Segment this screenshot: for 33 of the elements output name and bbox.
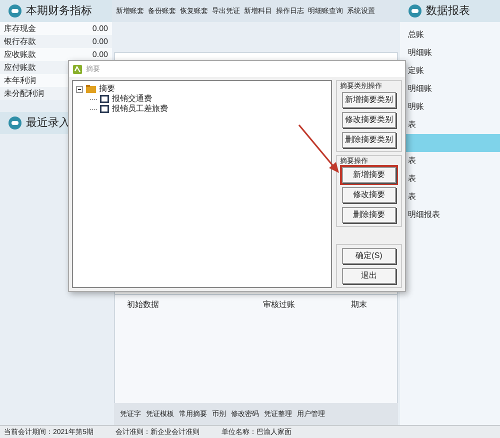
chat-icon <box>8 116 22 130</box>
metric-label: 库存现金 <box>4 24 36 32</box>
dialog-button[interactable]: 退出 <box>342 268 396 284</box>
metric-value: 0.00 <box>92 38 108 46</box>
metric-label: 本年利润 <box>4 76 36 84</box>
chat-icon <box>408 4 422 18</box>
report-item[interactable]: 总账 <box>400 26 500 44</box>
metric-value: 0.00 <box>92 24 108 32</box>
dialog-button[interactable]: 确定(S) <box>342 248 396 264</box>
dialog-button[interactable]: 删除摘要类别 <box>342 132 396 148</box>
tree-item[interactable]: 报销员工差旅费 <box>112 105 168 113</box>
column-header: 初始数据 <box>127 299 160 311</box>
metric-label: 银行存款 <box>4 38 36 46</box>
metric-label: 未分配利润 <box>4 90 44 98</box>
dialog-button[interactable]: 新增摘要类别 <box>342 92 396 108</box>
metric-label: 应收账款 <box>4 50 36 58</box>
panel-title: 本期财务指标 <box>26 4 92 19</box>
app-icon <box>73 64 82 74</box>
chat-icon <box>8 4 22 18</box>
metric-label: 应付账款 <box>4 64 36 72</box>
report-item[interactable]: 明细账 <box>400 44 500 62</box>
expander-icon[interactable] <box>76 86 83 92</box>
tree-item[interactable]: 报销交通费 <box>112 95 152 103</box>
tree-item[interactable]: 摘要 <box>99 85 115 93</box>
panel-title: 数据报表 <box>426 4 470 19</box>
dialog-button[interactable]: 删除摘要 <box>342 207 396 223</box>
column-header: 审核过账 <box>263 299 296 311</box>
dialog-button[interactable]: 修改摘要 <box>342 187 396 203</box>
column-header: 期末 <box>351 299 367 311</box>
metric-value: 0.00 <box>92 50 108 58</box>
dialog-button[interactable]: 新增摘要 <box>342 167 396 183</box>
folder-icon <box>86 85 96 93</box>
dialog-button[interactable]: 修改摘要类别 <box>342 112 396 128</box>
